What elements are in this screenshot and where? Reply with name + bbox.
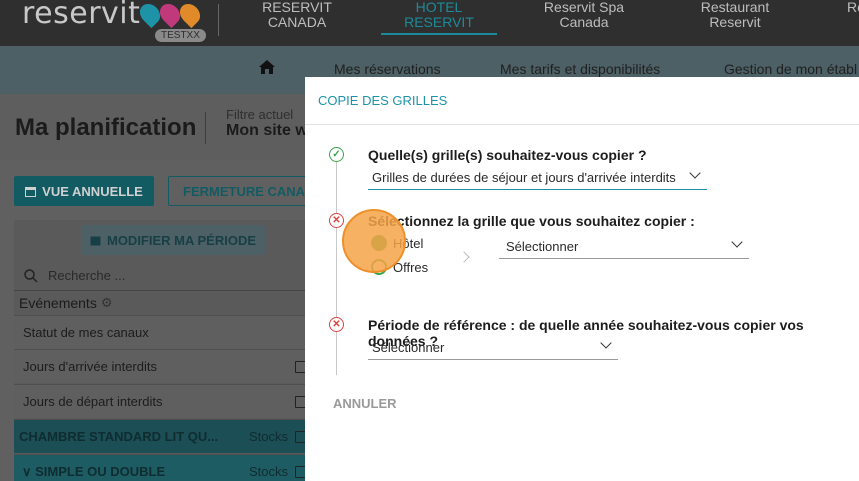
row-label: Jours de départ interdits [23, 394, 163, 409]
room-row[interactable]: CHAMBRE STANDARD LIT QU... Stocks [14, 419, 307, 453]
stocks-label: Stocks [249, 464, 289, 479]
select-value: Sélectionner [372, 340, 445, 355]
button-label: MODIFIER MA PÉRIODE [106, 232, 257, 248]
chevron-right-icon [458, 251, 470, 263]
check-icon: ✓ [329, 147, 344, 162]
button-label: FERMETURE CANAUX [183, 183, 307, 199]
calendar-icon [25, 186, 37, 197]
events-label: Evénements [19, 295, 97, 311]
error-icon: ✕ [329, 317, 344, 332]
divider [14, 290, 305, 291]
filter-label: Filtre actuel [226, 107, 294, 122]
divider [218, 4, 219, 36]
nav-label: Reservit [709, 14, 761, 30]
logo-pins [135, 0, 205, 29]
nav-reservit-canada[interactable]: RESERVIT CANADA [262, 0, 332, 30]
step-timeline [336, 155, 337, 375]
subnav-reservations[interactable]: Mes réservations [334, 61, 441, 77]
select-value: Sélectionner [506, 239, 579, 254]
chevron-down-icon [689, 167, 701, 179]
top-bar: reservit TESTXX RESERVIT CANADA HOTEL RE… [0, 0, 859, 46]
filter-value[interactable]: Mon site w [226, 122, 308, 140]
list-item[interactable]: Jours d'arrivée interdits [14, 349, 307, 383]
cancel-button[interactable]: ANNULER [333, 396, 397, 411]
room-row[interactable]: ∨ SIMPLE OU DOUBLE Stocks [14, 454, 307, 481]
home-icon[interactable] [259, 60, 275, 74]
nav-label: RESERVIT [404, 14, 474, 30]
restaurant-pin-icon [175, 0, 205, 29]
modal-title: COPIE DES GRILLES [318, 93, 448, 108]
chevron-down-icon [600, 337, 612, 349]
search-placeholder: Recherche ... [48, 268, 126, 283]
subnav-gestion[interactable]: Gestion de mon établ [724, 61, 857, 77]
click-highlight [342, 209, 406, 273]
nav-label: Restaurant [700, 0, 770, 15]
nav-label: CANADA [267, 14, 327, 30]
nav-label: Reservit Spa [543, 0, 625, 15]
gear-icon[interactable]: ⚙ [101, 295, 113, 311]
nav-hotel-reservit[interactable]: HOTEL RESERVIT [381, 0, 497, 35]
search-field[interactable]: Recherche ... [24, 268, 125, 283]
reservit-logo[interactable]: reservit [22, 0, 140, 31]
nav-restaurant[interactable]: Restaurant Reservit [698, 0, 772, 30]
stocks-label: Stocks [249, 429, 289, 444]
room-label-wrap: ∨ SIMPLE OU DOUBLE [22, 464, 165, 480]
test-badge: TESTXX [155, 29, 206, 42]
page-title: Ma planification [15, 114, 197, 141]
row-label: Statut de mes canaux [23, 325, 149, 340]
grid-type-select[interactable]: Grilles de durées de séjour et jours d'a… [368, 166, 707, 190]
divider [205, 112, 206, 144]
room-label: CHAMBRE STANDARD LIT QU... [19, 429, 219, 444]
nav-more[interactable]: Re [847, 0, 859, 15]
annual-view-button[interactable]: VUE ANNUELLE [14, 176, 154, 206]
list-item[interactable]: Jours de départ interdits [14, 384, 307, 418]
list-item[interactable]: Statut de mes canaux [14, 315, 305, 349]
modal-header: COPIE DES GRILLES [305, 77, 859, 125]
step2-question: Sélectionnez la grille que vous souhaite… [368, 213, 695, 229]
nav-label: HOTEL [415, 0, 463, 15]
chevron-down-icon[interactable]: ∨ [22, 464, 35, 479]
active-underline [381, 33, 497, 35]
step1-question: Quelle(s) grille(s) souhaitez-vous copie… [368, 147, 647, 163]
room-label: SIMPLE OU DOUBLE [35, 464, 166, 479]
chevron-down-icon [731, 236, 743, 248]
copy-grids-modal: COPIE DES GRILLES ✓ Quelle(s) grille(s) … [305, 77, 859, 481]
row-label: Jours d'arrivée interdits [23, 359, 157, 374]
grid-select[interactable]: Sélectionner [499, 235, 749, 259]
nav-label: Re [847, 0, 859, 15]
error-icon: ✕ [329, 213, 344, 228]
select-value: Grilles de durées de séjour et jours d'a… [372, 170, 676, 185]
reference-year-select[interactable]: Sélectionner [368, 336, 618, 360]
events-header: Evénements ⚙ [19, 295, 112, 311]
button-label: VUE ANNUELLE [42, 183, 143, 199]
modify-period-button[interactable]: MODIFIER MA PÉRIODE [81, 225, 265, 255]
nav-label: Canada [559, 14, 609, 30]
subnav-tarifs[interactable]: Mes tarifs et disponibilités [500, 61, 660, 77]
nav-reservit-spa[interactable]: Reservit Spa Canada [540, 0, 628, 30]
nav-label: RESERVIT [262, 0, 332, 15]
channel-closing-button[interactable]: FERMETURE CANAUX [168, 176, 308, 206]
calendar-icon [90, 236, 101, 245]
search-icon [24, 268, 38, 283]
